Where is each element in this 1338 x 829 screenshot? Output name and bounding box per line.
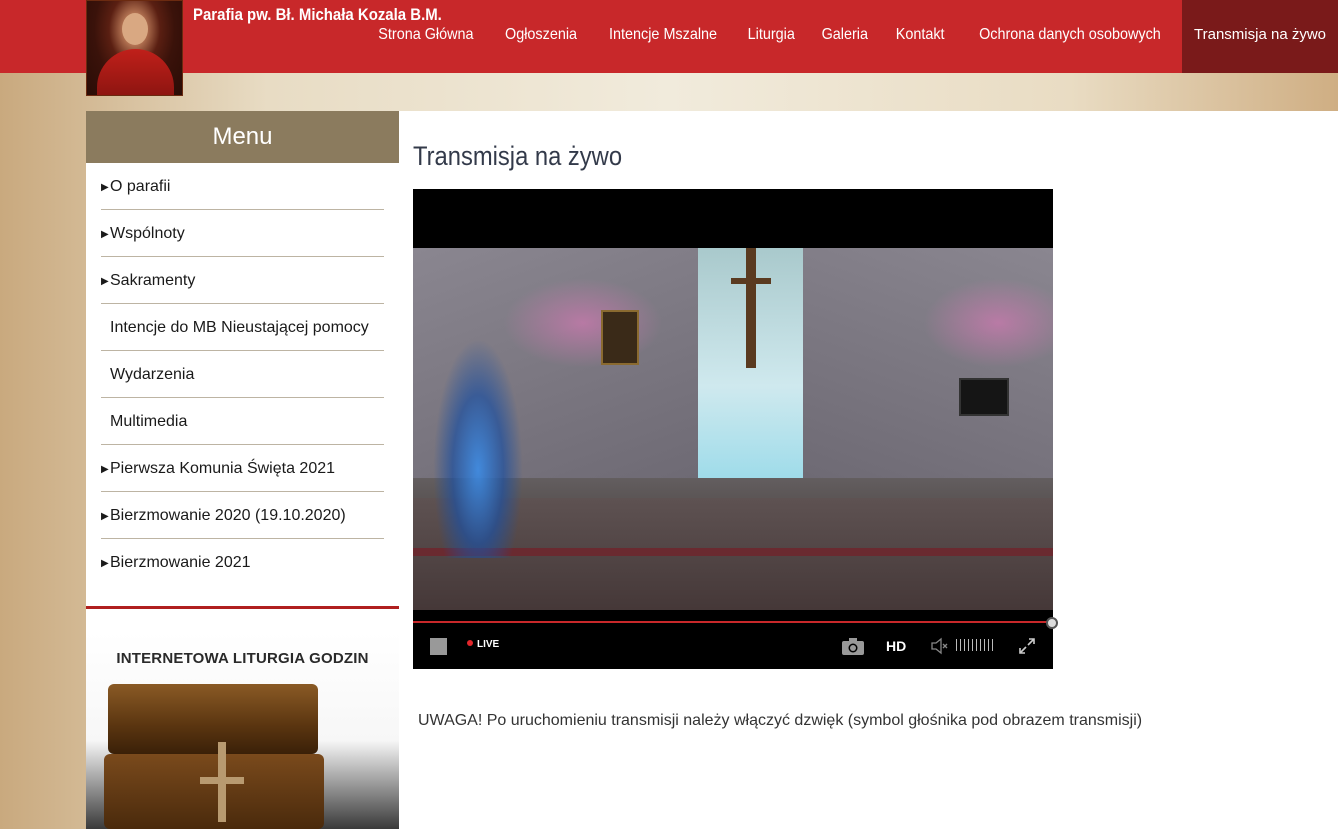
sound-notice: UWAGA! Po uruchomieniu transmisji należy… [418,712,1143,729]
screen [959,378,1009,416]
menu-title: Menu [86,111,399,163]
menu-item-bierzmowanie-2021[interactable]: ▶Bierzmowanie 2021 [101,539,384,586]
main-nav: Strona Główna Ogłoszenia Intencje Mszaln… [362,0,1338,73]
caret-right-icon: ▶ [101,464,109,475]
portrait-face [122,13,148,45]
menu-item-wydarzenia[interactable]: Wydarzenia [101,351,384,398]
icon-painting [601,310,639,365]
fullscreen-icon[interactable] [1018,637,1036,655]
nav-item-ogloszenia[interactable]: Ogłoszenia [495,0,587,73]
menu-list: ▶O parafii ▶Wspólnoty ▶Sakramenty Intenc… [86,163,399,586]
nav-item-galeria[interactable]: Galeria [812,0,878,73]
nav-item-transmisja[interactable]: Transmisja na żywo [1182,0,1338,73]
book-image [104,754,324,829]
main-content: Transmisja na żywo LIVE HD UWAGA! Po uru… [399,111,1338,829]
menu-item-label: Sakramenty [110,272,196,289]
crucifix [746,248,756,368]
nav-item-liturgia[interactable]: Liturgia [738,0,805,73]
menu-item-label: Wspólnoty [110,225,185,242]
hd-button[interactable]: HD [886,638,906,654]
menu-item-intencje-mb[interactable]: Intencje do MB Nieustającej pomocy [101,304,384,351]
caret-right-icon: ▶ [101,558,109,569]
cross-icon [200,777,244,784]
menu-item-label: O parafii [110,178,171,195]
stop-icon[interactable] [430,638,447,655]
site-title[interactable]: Parafia pw. Bł. Michała Kozala B.M. [193,5,442,25]
sidebar: Menu ▶O parafii ▶Wspólnoty ▶Sakramenty I… [86,111,399,829]
live-dot-icon [467,640,473,646]
volume-slider[interactable] [956,639,996,651]
menu-item-sakramenty[interactable]: ▶Sakramenty [101,257,384,304]
camera-icon[interactable] [841,636,865,656]
video-frame[interactable] [413,248,1053,610]
menu-item-wspolnoty[interactable]: ▶Wspólnoty [101,210,384,257]
caret-right-icon: ▶ [101,229,109,240]
progress-knob[interactable] [1046,617,1058,629]
book-image [108,684,318,754]
menu-item-label: Wydarzenia [110,366,195,383]
liturgia-godzin-banner[interactable]: INTERNETOWA LITURGIA GODZIN [86,632,399,829]
caret-right-icon: ▶ [101,276,109,287]
logo-portrait[interactable] [86,0,183,96]
spotlight [503,278,663,368]
menu-divider [86,606,399,609]
menu-item-label: Multimedia [110,413,188,430]
nav-item-kontakt[interactable]: Kontakt [886,0,955,73]
live-label: LIVE [477,639,500,650]
menu-item-label: Intencje do MB Nieustającej pomocy [110,319,369,336]
menu-item-multimedia[interactable]: Multimedia [101,398,384,445]
menu-item-o-parafii[interactable]: ▶O parafii [101,163,384,210]
banner-title: INTERNETOWA LITURGIA GODZIN [116,650,369,667]
menu-item-pierwsza-komunia[interactable]: ▶Pierwsza Komunia Święta 2021 [101,445,384,492]
menu-item-label: Pierwsza Komunia Święta 2021 [110,460,336,477]
portrait-robe [97,49,174,95]
christmas-tree [433,338,523,558]
nav-item-intencje-mszalne[interactable]: Intencje Mszalne [599,0,727,73]
caret-right-icon: ▶ [101,182,109,193]
menu-item-label: Bierzmowanie 2020 (19.10.2020) [110,507,346,524]
progress-bar[interactable] [413,621,1053,623]
live-indicator: LIVE [467,639,499,650]
video-player[interactable]: LIVE HD [413,189,1058,669]
volume-icon[interactable] [930,637,948,655]
menu-item-bierzmowanie-2020[interactable]: ▶Bierzmowanie 2020 (19.10.2020) [101,492,384,539]
nav-item-ochrona-danych[interactable]: Ochrona danych osobowych [969,0,1171,73]
menu-item-label: Bierzmowanie 2021 [110,554,251,571]
spotlight [923,278,1053,368]
page-title: Transmisja na żywo [413,141,623,171]
caret-right-icon: ▶ [101,511,109,522]
crucifix [731,278,771,284]
